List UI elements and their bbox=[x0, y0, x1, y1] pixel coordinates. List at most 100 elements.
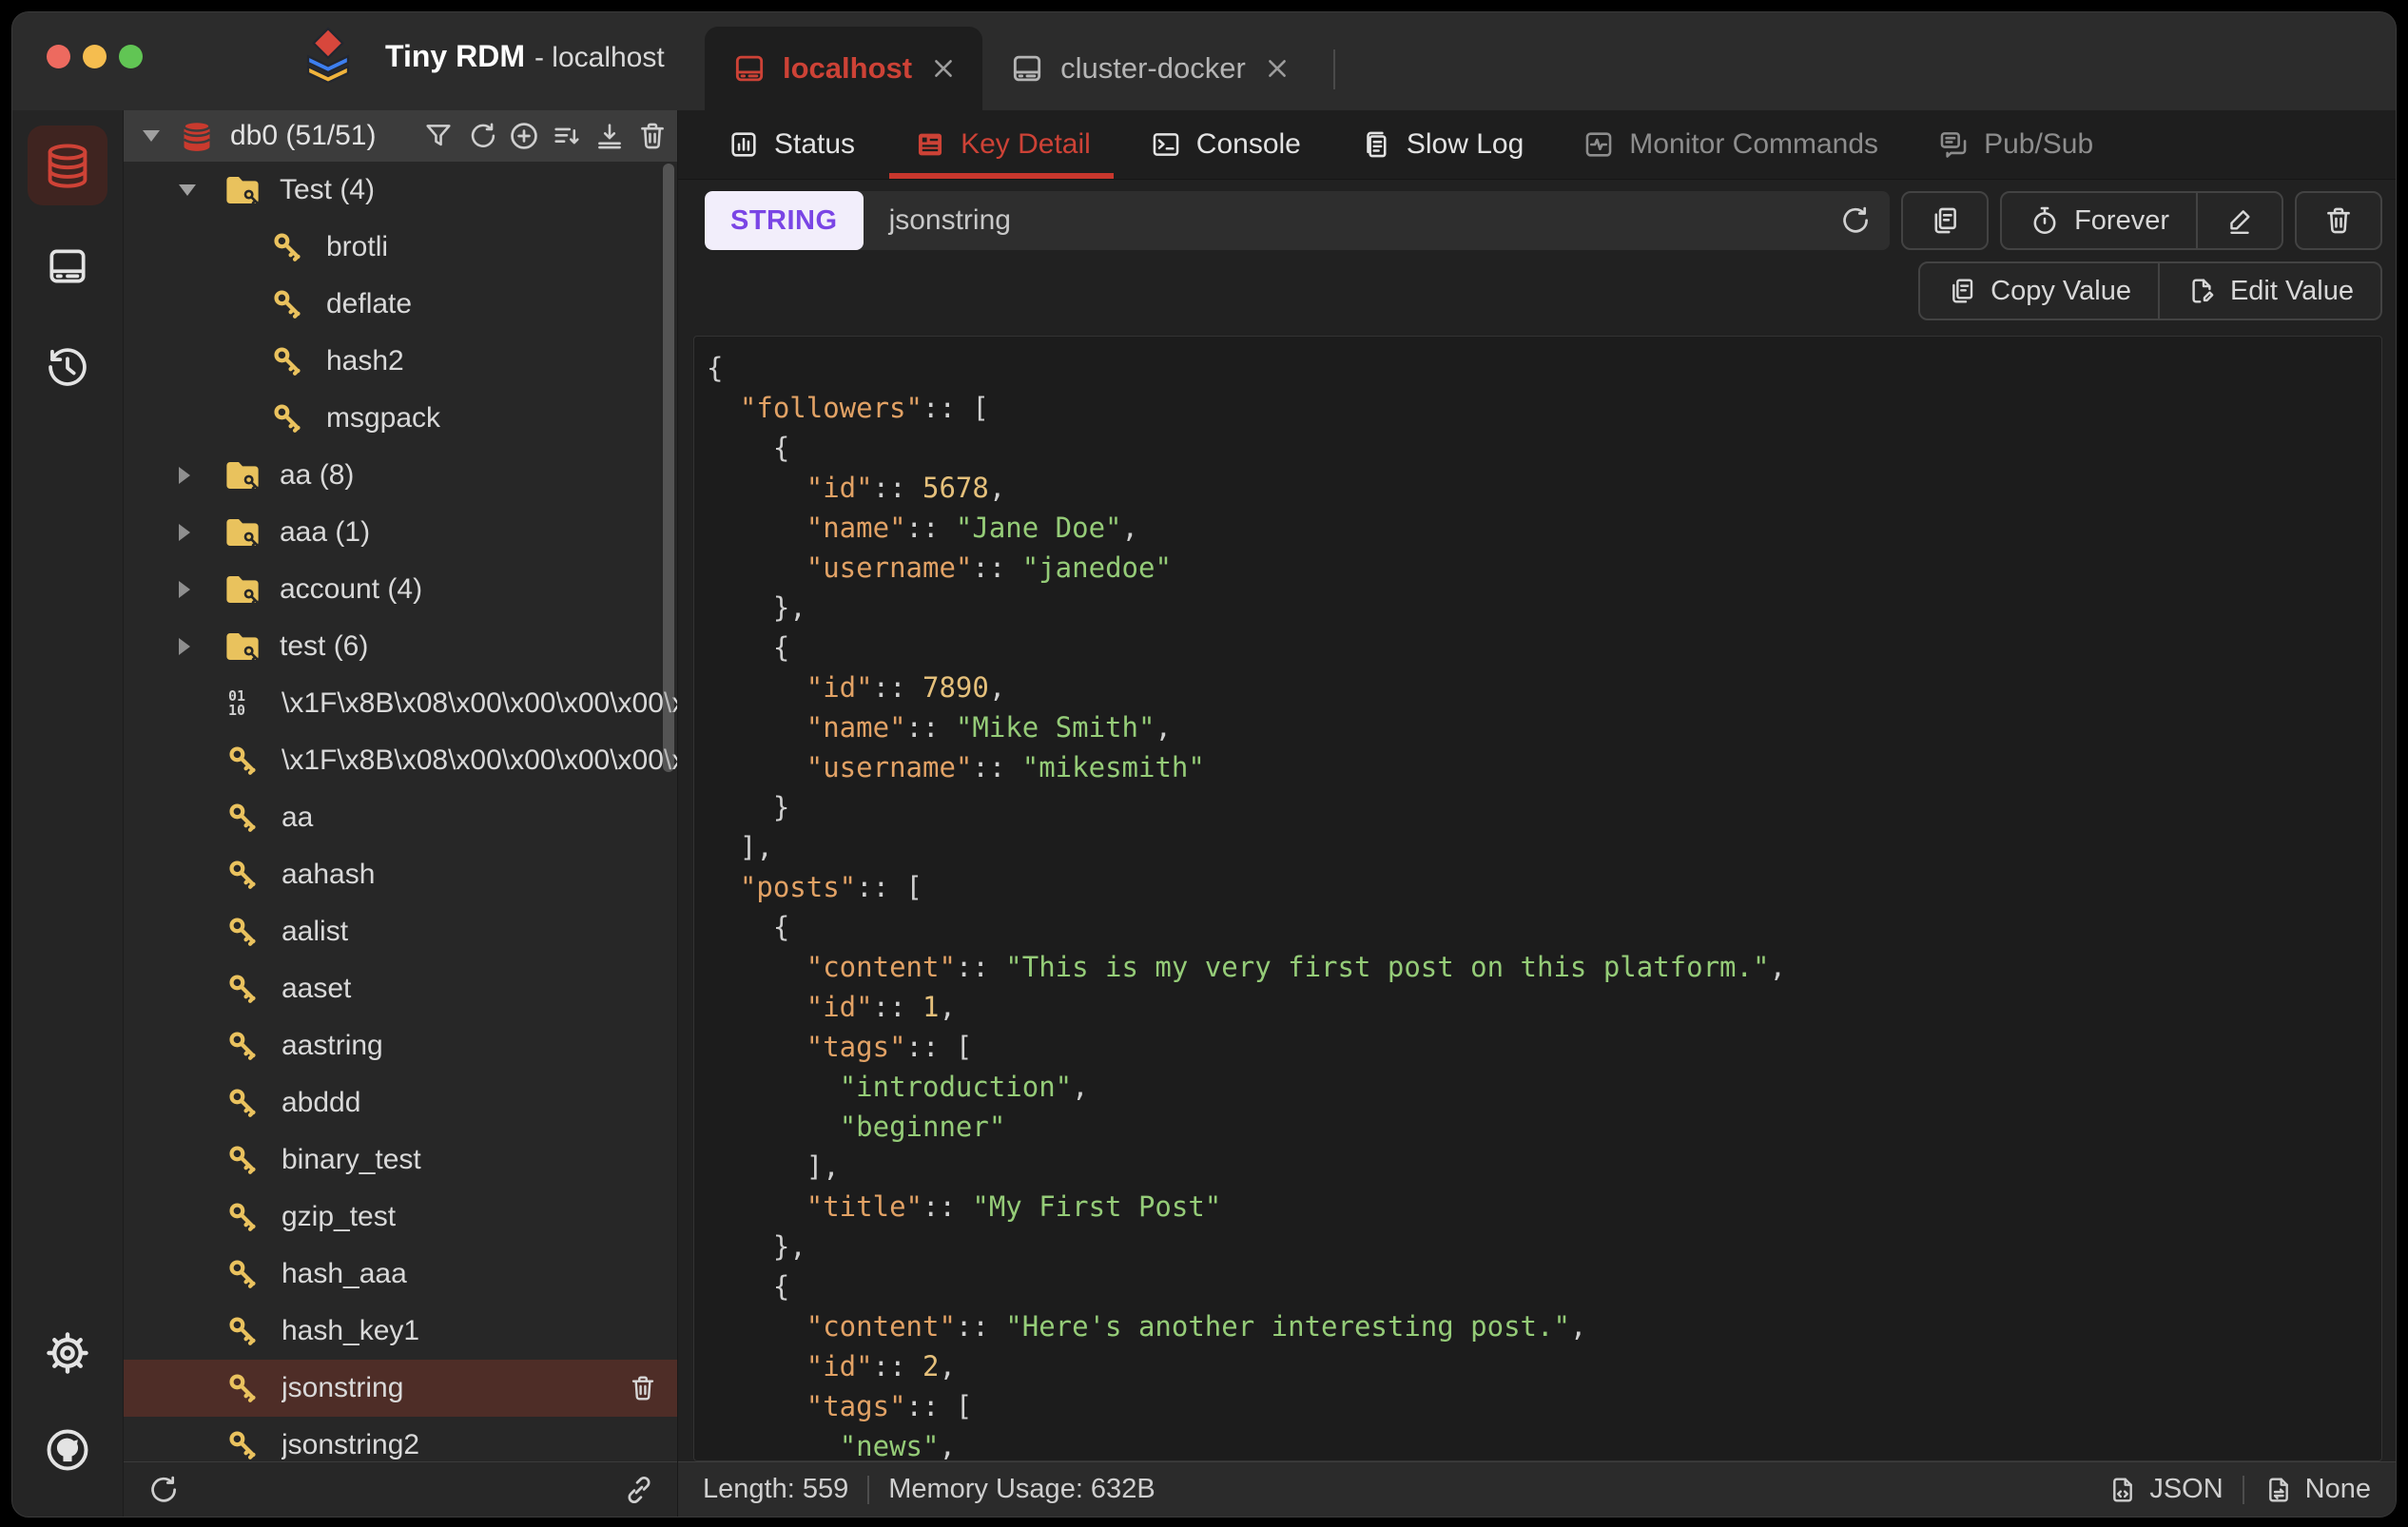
ttl-button[interactable]: Forever bbox=[2002, 193, 2196, 248]
refresh-icon[interactable] bbox=[464, 119, 498, 153]
minimize-window-button[interactable] bbox=[83, 44, 107, 68]
subtab-slow-log[interactable]: Slow Log bbox=[1360, 110, 1524, 179]
stopwatch-icon bbox=[2033, 206, 2056, 235]
key-icon bbox=[229, 746, 256, 775]
tree-row[interactable]: aahash bbox=[124, 846, 677, 903]
tree-row[interactable]: deflate bbox=[124, 276, 677, 333]
rail-item-server[interactable] bbox=[28, 226, 107, 306]
tree-row[interactable]: abddd bbox=[124, 1074, 677, 1131]
tree-row[interactable]: aa (8) bbox=[124, 447, 677, 504]
app-window: Tiny RDM - localhost localhost cluster-d… bbox=[11, 11, 2397, 1517]
tree-refresh-icon[interactable] bbox=[145, 1473, 179, 1507]
tree-row[interactable]: aaa (1) bbox=[124, 504, 677, 561]
tree-row[interactable]: \x1F\x8B\x08\x00\x00\x00\x00\x00... bbox=[124, 732, 677, 789]
key-detail-panel: Status Key Detail Console Slow Log Monit… bbox=[678, 110, 2396, 1517]
subtab-key-detail[interactable]: Key Detail bbox=[889, 110, 1114, 179]
tree-row[interactable]: hash_key1 bbox=[124, 1303, 677, 1360]
import-icon[interactable] bbox=[592, 119, 627, 153]
tree-toolbar bbox=[421, 119, 670, 153]
tab-divider bbox=[1332, 49, 1335, 89]
rail-item-settings[interactable] bbox=[28, 1313, 107, 1393]
tree-row[interactable]: binary_test bbox=[124, 1131, 677, 1189]
sort-icon[interactable] bbox=[550, 119, 584, 153]
key-icon bbox=[229, 1089, 256, 1117]
pencil-icon bbox=[2230, 210, 2250, 234]
key-name-field[interactable]: STRING jsonstring bbox=[705, 191, 1891, 250]
folder-key-icon bbox=[226, 633, 259, 661]
tree-row[interactable]: hash_aaa bbox=[124, 1246, 677, 1303]
zoom-window-button[interactable] bbox=[119, 44, 143, 68]
tree-row[interactable]: hash2 bbox=[124, 333, 677, 390]
rail-item-history[interactable] bbox=[28, 327, 107, 407]
close-tab-icon[interactable] bbox=[931, 56, 956, 81]
delete-key-icon[interactable] bbox=[628, 1373, 658, 1403]
close-window-button[interactable] bbox=[47, 44, 70, 68]
tree-row-label: aastring bbox=[282, 1030, 383, 1061]
tree-row[interactable]: brotli bbox=[124, 219, 677, 276]
tree-row[interactable]: Test (4) bbox=[124, 162, 677, 219]
tree-row[interactable]: 0110 \x1F\x8B\x08\x00\x00\x00\x00\x00... bbox=[124, 675, 677, 732]
copy-value-label: Copy Value bbox=[1990, 275, 2131, 306]
close-tab-icon[interactable] bbox=[1265, 56, 1290, 81]
tab-localhost[interactable]: localhost bbox=[705, 27, 983, 110]
subtab-monitor-commands[interactable]: Monitor Commands bbox=[1583, 110, 1878, 179]
copy-key-name-button[interactable] bbox=[1901, 191, 1990, 250]
gear-icon bbox=[47, 1332, 88, 1374]
slow-log-icon bbox=[1367, 131, 1387, 158]
tree-row-label: aa (8) bbox=[280, 459, 355, 491]
tree-row[interactable]: account (4) bbox=[124, 561, 677, 618]
add-key-icon[interactable] bbox=[507, 119, 541, 153]
key-icon bbox=[229, 1260, 256, 1288]
checkpoint-link-icon[interactable] bbox=[622, 1473, 656, 1507]
db-header-row[interactable]: db0 (51/51) bbox=[124, 110, 677, 162]
rename-key-button[interactable] bbox=[2198, 193, 2282, 248]
tree-row[interactable]: jsonstring2 bbox=[124, 1417, 677, 1461]
edit-value-button[interactable]: Edit Value bbox=[2160, 263, 2380, 319]
tree-row[interactable]: msgpack bbox=[124, 390, 677, 447]
key-detail-icon bbox=[919, 133, 942, 156]
database-icon bbox=[183, 120, 211, 151]
left-rail bbox=[12, 110, 124, 1517]
filter-icon[interactable] bbox=[421, 119, 456, 153]
tree-row-label: jsonstring2 bbox=[282, 1429, 420, 1460]
view-format-select[interactable]: JSON bbox=[2107, 1474, 2224, 1505]
tree-scrollbar[interactable] bbox=[663, 164, 674, 772]
ttl-edit-group: Forever bbox=[2000, 191, 2283, 250]
subtab-label: Console bbox=[1195, 128, 1301, 160]
tab-label: cluster-docker bbox=[1060, 51, 1246, 85]
reload-key-icon[interactable] bbox=[1836, 203, 1871, 238]
tree-row[interactable]: aaset bbox=[124, 960, 677, 1017]
console-icon bbox=[1153, 133, 1179, 156]
caret-down-icon[interactable] bbox=[143, 130, 162, 142]
caret-right-icon[interactable] bbox=[179, 638, 198, 655]
subtab-label: Status bbox=[774, 128, 856, 160]
decode-select[interactable]: None bbox=[2263, 1474, 2371, 1505]
app-logo-icon bbox=[306, 27, 350, 85]
tree-row[interactable]: gzip_test bbox=[124, 1189, 677, 1246]
key-icon bbox=[229, 1032, 256, 1060]
delete-key-button[interactable] bbox=[2295, 191, 2382, 250]
tree-row[interactable]: test (6) bbox=[124, 618, 677, 675]
key-name-value[interactable]: jsonstring bbox=[864, 204, 1837, 237]
value-viewer[interactable]: { "followers":: [ { "id":: 5678, "name":… bbox=[693, 336, 2382, 1461]
window-title: Tiny RDM - localhost bbox=[385, 39, 665, 74]
subtab-pubsub[interactable]: Pub/Sub bbox=[1937, 110, 2093, 179]
tree-row[interactable]: aastring bbox=[124, 1017, 677, 1074]
tree-row-label: hash2 bbox=[326, 345, 404, 377]
rail-item-database[interactable] bbox=[28, 126, 107, 205]
tree-row[interactable]: aalist bbox=[124, 903, 677, 960]
file-decode-icon bbox=[2268, 1477, 2288, 1502]
rail-item-github[interactable] bbox=[28, 1410, 107, 1490]
tab-cluster-docker[interactable]: cluster-docker bbox=[982, 27, 1316, 110]
caret-right-icon[interactable] bbox=[179, 581, 198, 598]
subtab-console[interactable]: Console bbox=[1150, 110, 1301, 179]
delete-icon[interactable] bbox=[635, 119, 670, 153]
caret-right-icon[interactable] bbox=[179, 467, 198, 484]
caret-right-icon[interactable] bbox=[179, 524, 198, 541]
tree-row[interactable]: aa bbox=[124, 789, 677, 846]
subtab-status[interactable]: Status bbox=[728, 110, 855, 179]
tree-row[interactable]: jsonstring bbox=[124, 1360, 677, 1417]
caret-down-icon[interactable] bbox=[179, 184, 198, 196]
copy-value-button[interactable]: Copy Value bbox=[1920, 263, 2158, 319]
folder-key-icon bbox=[226, 177, 259, 204]
